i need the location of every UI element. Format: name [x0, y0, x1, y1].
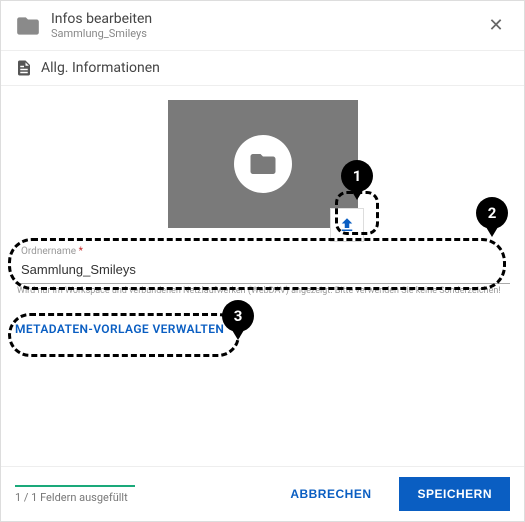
manage-link-label: METADATEN-VORLAGE VERWALTEN — [15, 322, 224, 336]
progress-text: 1 / 1 Feldern ausgefüllt — [15, 491, 262, 504]
close-icon: ✕ — [488, 15, 503, 36]
preview-area — [168, 100, 358, 228]
required-mark: * — [79, 246, 83, 257]
dialog-footer: 1 / 1 Feldern ausgefüllt ABBRECHEN SPEIC… — [1, 466, 524, 521]
upload-image-button[interactable] — [330, 208, 364, 242]
arrow-right-icon — [230, 321, 246, 337]
label-text: Ordnername — [21, 246, 76, 257]
folder-name-label: Ordnername * — [21, 246, 83, 257]
document-icon — [15, 59, 33, 77]
section-title: Allg. Informationen — [41, 60, 160, 76]
dialog-title: Infos bearbeiten — [51, 11, 482, 27]
dialog-body: Ordnername * Wird nur im Workspace und v… — [1, 86, 524, 466]
header-text: Infos bearbeiten Sammlung_Smileys — [51, 11, 482, 40]
edit-info-dialog: Infos bearbeiten Sammlung_Smileys ✕ Allg… — [0, 0, 525, 522]
folder-icon — [248, 149, 278, 179]
preview-circle — [234, 135, 292, 193]
dialog-subtitle: Sammlung_Smileys — [51, 27, 482, 40]
folder-name-hint: Wird nur im Workspace und verbundenen Ne… — [15, 286, 510, 297]
progress-bar — [15, 485, 135, 487]
progress-area: 1 / 1 Feldern ausgefüllt — [15, 485, 262, 504]
upload-icon — [338, 216, 356, 234]
folder-icon — [15, 13, 41, 39]
close-button[interactable]: ✕ — [482, 12, 510, 40]
save-button[interactable]: SPEICHERN — [399, 477, 510, 511]
progress-fill — [15, 485, 135, 487]
section-bar: Allg. Informationen — [1, 51, 524, 86]
folder-name-field-wrap: Ordnername * Wird nur im Workspace und v… — [15, 248, 510, 297]
folder-name-input[interactable] — [15, 248, 510, 284]
dialog-header: Infos bearbeiten Sammlung_Smileys ✕ — [1, 1, 524, 51]
manage-metadata-template-link[interactable]: METADATEN-VORLAGE VERWALTEN — [15, 321, 246, 337]
cancel-button[interactable]: ABBRECHEN — [272, 477, 389, 511]
